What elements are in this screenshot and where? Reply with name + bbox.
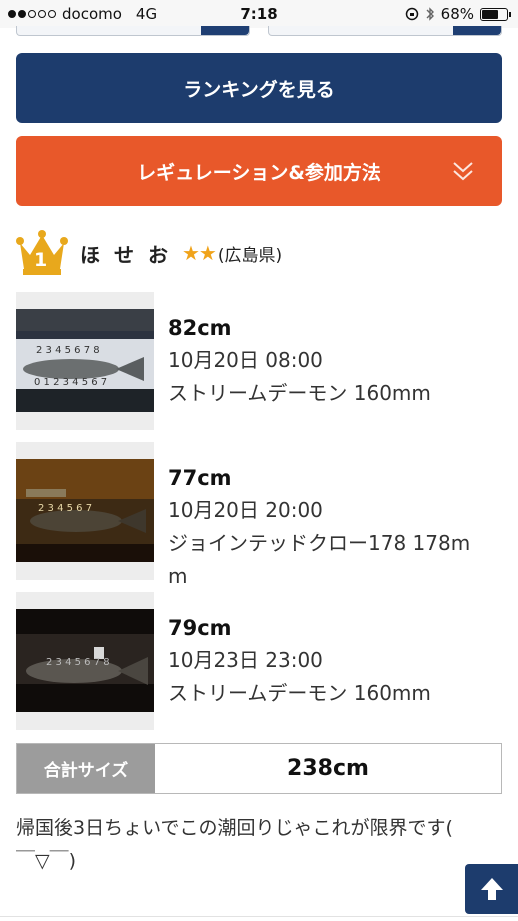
catch-item[interactable]: 2 3 4 5 6 7 8 79cm 10月23日 23:00 ストリームデーモ… — [16, 592, 502, 730]
rotation-lock-icon — [405, 7, 418, 21]
catch-photo-image: 2 3 4 5 6 7 — [16, 459, 154, 562]
catch-datetime: 10月23日 23:00 — [168, 648, 323, 672]
catch-photo[interactable]: 2 3 4 5 6 7 8 — [16, 592, 154, 730]
catch-item[interactable]: 2 3 4 5 6 7 8 0 1 2 3 4 5 6 7 82cm 10月20… — [16, 292, 502, 430]
catch-size: 77cm — [168, 466, 232, 490]
comment-line-2: ￣▽￣) — [16, 850, 77, 872]
user-prefecture: (広島県) — [217, 245, 283, 266]
catch-photo[interactable]: 2 3 4 5 6 7 — [16, 442, 154, 580]
arrow-up-icon — [480, 878, 503, 900]
regulation-label: レギュレーション&参加方法 — [137, 161, 381, 184]
user-stars: ★★ — [182, 241, 217, 265]
catch-item[interactable]: 2 3 4 5 6 7 77cm 10月20日 20:00 ジョインテッドクロー… — [16, 442, 502, 588]
battery-level-fill — [482, 9, 499, 19]
catch-lure-continued: m — [168, 564, 188, 588]
user-name[interactable]: ほせお — [80, 239, 182, 268]
selector-left[interactable] — [16, 26, 250, 36]
catch-size: 82cm — [168, 316, 232, 340]
catch-lure: ストリームデーモン 160mm — [168, 381, 431, 405]
total-size-label: 合計サイズ — [17, 744, 155, 793]
comment-line-1: 帰国後3日ちょいでこの潮回りじゃこれが限界です( — [16, 817, 453, 839]
bluetooth-icon — [426, 7, 434, 21]
crown-icon: 1 — [16, 229, 68, 277]
divider — [0, 916, 518, 917]
view-ranking-label: ランキングを見る — [183, 78, 335, 101]
cut-off-selectors — [0, 26, 518, 38]
catch-datetime: 10月20日 20:00 — [168, 498, 323, 522]
catch-size: 79cm — [168, 616, 232, 640]
status-right: 68% — [405, 5, 511, 23]
view-ranking-button[interactable]: ランキングを見る — [16, 53, 502, 123]
selector-right[interactable] — [268, 26, 502, 36]
status-bar: docomo 4G 7:18 68% — [0, 0, 518, 28]
user-header: 1 ほせお ★★ (広島県) — [16, 228, 502, 278]
battery-icon — [480, 7, 511, 21]
catch-lure: ストリームデーモン 160mm — [168, 681, 431, 705]
chevron-down-icon — [453, 162, 473, 181]
catch-photo-image: 2 3 4 5 6 7 8 0 1 2 3 4 5 6 7 — [16, 309, 154, 412]
catch-photo-image: 2 3 4 5 6 7 8 — [16, 609, 154, 712]
svg-text:2 3 4 5 6 7: 2 3 4 5 6 7 — [38, 503, 92, 514]
catch-lure: ジョインテッドクロー178 178m — [168, 531, 471, 555]
total-size-row: 合計サイズ 238cm — [16, 743, 502, 794]
angler-comment: 帰国後3日ちょいでこの潮回りじゃこれが限界です( ￣▽￣) — [16, 812, 502, 878]
catch-datetime: 10月20日 08:00 — [168, 348, 323, 372]
rank-number: 1 — [34, 249, 48, 271]
svg-text:2 3 4 5 6 7 8: 2 3 4 5 6 7 8 — [46, 657, 110, 668]
svg-text:2 3 4 5 6 7 8: 2 3 4 5 6 7 8 — [36, 345, 100, 356]
total-size-value: 238cm — [287, 756, 369, 781]
regulation-button[interactable]: レギュレーション&参加方法 — [16, 136, 502, 206]
svg-text:0 1 2 3 4 5 6 7: 0 1 2 3 4 5 6 7 — [34, 377, 107, 388]
catch-photo[interactable]: 2 3 4 5 6 7 8 0 1 2 3 4 5 6 7 — [16, 292, 154, 430]
battery-percent: 68% — [440, 5, 474, 23]
back-to-top-button[interactable] — [465, 864, 518, 914]
